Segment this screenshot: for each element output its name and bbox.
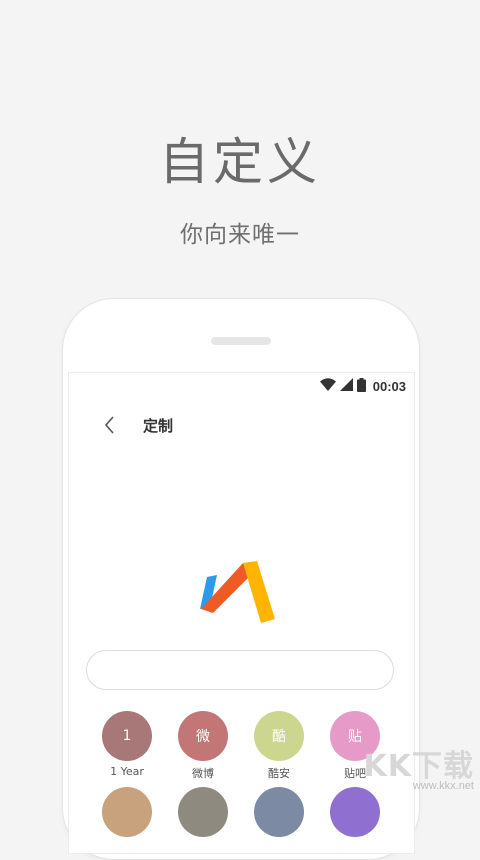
preset-glyph: 贴: [348, 729, 362, 745]
preset-circle: [330, 787, 380, 837]
phone-speaker: [211, 337, 271, 345]
preset-label: 酷安: [268, 767, 290, 780]
preset-item[interactable]: [249, 787, 309, 837]
preset-circle: 酷: [254, 711, 304, 761]
preset-glyph: 微: [196, 729, 210, 745]
watermark: KK下载 www.kkx.net: [363, 749, 475, 793]
search-input[interactable]: [86, 650, 394, 690]
preset-label: 微博: [192, 767, 214, 780]
preset-label: 1 Year: [110, 765, 144, 778]
hero-title: 自定义: [159, 133, 321, 191]
wifi-icon: [319, 378, 336, 394]
nav-bar: 定制: [69, 411, 414, 441]
app-logo: [197, 553, 287, 633]
signal-icon: [339, 378, 353, 394]
status-bar: 00:03: [319, 377, 406, 395]
preset-circle: [178, 787, 228, 837]
preset-item[interactable]: [97, 787, 157, 837]
battery-icon: [356, 377, 366, 395]
preset-item[interactable]: 酷 酷安: [249, 711, 309, 781]
preset-grid: 1 1 Year 微 微博 酷 酷安 贴 贴吧: [69, 711, 414, 851]
preset-circle: [254, 787, 304, 837]
preset-glyph: 酷: [272, 729, 286, 745]
preset-circle: [102, 787, 152, 837]
preset-item[interactable]: 1 1 Year: [97, 711, 157, 778]
preset-item[interactable]: [173, 787, 233, 837]
preset-glyph: 1: [122, 728, 132, 744]
preset-item[interactable]: [325, 787, 385, 837]
watermark-text: KK下载: [363, 749, 474, 784]
preset-circle: 1: [102, 711, 152, 761]
hero-subtitle: 你向来唯一: [180, 222, 300, 248]
preset-circle: 微: [178, 711, 228, 761]
chevron-left-icon[interactable]: [99, 413, 121, 437]
page-title: 定制: [143, 417, 174, 435]
status-time: 00:03: [372, 378, 406, 394]
preset-item[interactable]: 微 微博: [173, 711, 233, 781]
